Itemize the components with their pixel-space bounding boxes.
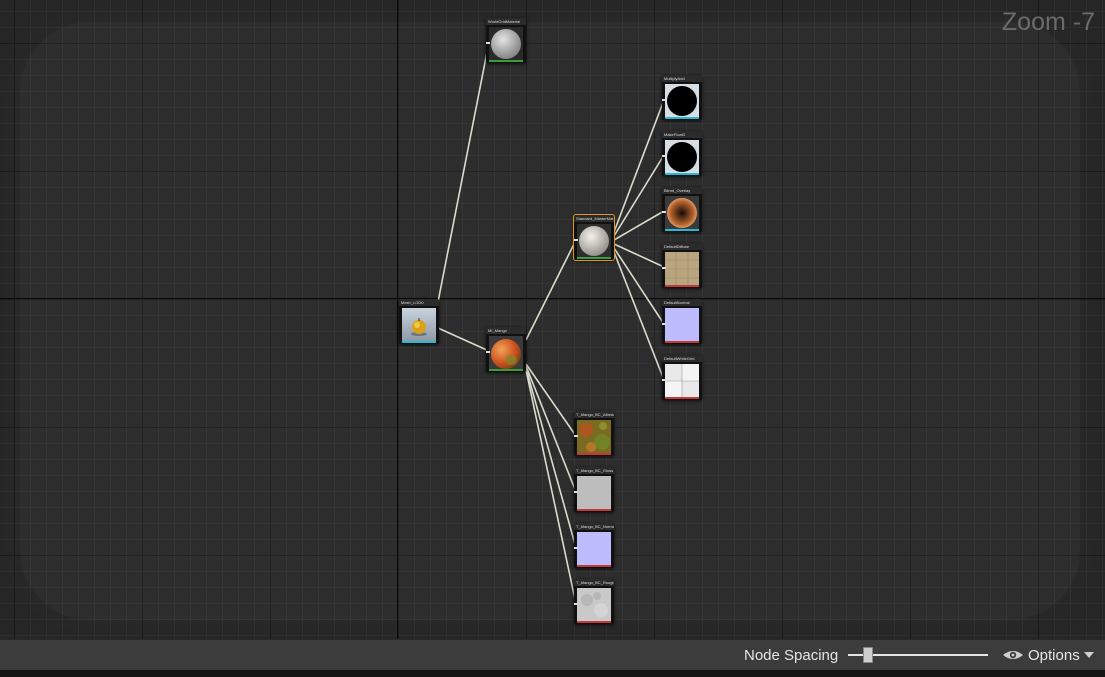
- node-type-bar: [577, 621, 611, 623]
- node-type-bar: [665, 173, 699, 175]
- connection-wires: [437, 41, 665, 605]
- wire: [525, 363, 577, 437]
- wire: [525, 239, 577, 341]
- node-type-bar: [665, 117, 699, 119]
- grey-sphere-thumbnail: [489, 27, 523, 61]
- wire: [437, 41, 490, 303]
- node-type-bar: [665, 397, 699, 399]
- node-spacing-slider-handle[interactable]: [862, 647, 873, 663]
- node-default-normal[interactable]: DefaultNormal: [662, 299, 702, 344]
- wire: [613, 243, 665, 268]
- node-title: DefaultWhiteGrid: [662, 355, 702, 362]
- apple-material-thumbnail: [489, 336, 523, 370]
- bottom-toolbar: Node Spacing Options: [0, 639, 1105, 671]
- node-title: MI_Mango: [486, 327, 526, 334]
- node-title: DefaultNormal: [662, 299, 702, 306]
- node-title: MultiplyAdd: [662, 75, 702, 82]
- node-texture-rough[interactable]: T_Mango_BC_Rough: [574, 579, 614, 624]
- apple-thumbnail: [402, 308, 436, 342]
- node-apple-material[interactable]: MI_Mango: [486, 327, 526, 372]
- wire: [525, 365, 577, 493]
- input-pin[interactable]: [574, 603, 578, 605]
- node-static-mesh[interactable]: Mesh_LOD0: [399, 299, 439, 344]
- white-grid-thumbnail: [665, 364, 699, 398]
- node-texture-normal[interactable]: T_Mango_BC_Normal: [574, 523, 614, 568]
- sand-texture-thumbnail: [665, 252, 699, 286]
- node-title: Standard_MasterMat: [574, 215, 614, 222]
- reference-graph-canvas[interactable]: Mesh_LOD0 WorldGridMaterial MI_Mango Sta…: [0, 0, 1105, 639]
- node-type-bar: [665, 229, 699, 231]
- node-world-grid-material[interactable]: WorldGridMaterial: [486, 18, 526, 63]
- node-type-bar: [665, 285, 699, 287]
- node-title: T_Mango_BC_Gloss: [574, 467, 614, 474]
- input-pin[interactable]: [486, 351, 490, 353]
- node-title: T_Mango_BC_Albedo: [574, 411, 614, 418]
- node-master-material[interactable]: Standard_MasterMat: [573, 214, 615, 261]
- node-type-bar: [577, 257, 611, 259]
- node-type-bar: [665, 341, 699, 343]
- node-type-bar: [577, 509, 611, 511]
- input-pin[interactable]: [574, 435, 578, 437]
- input-pin[interactable]: [574, 491, 578, 493]
- node-default-diffuse[interactable]: DefaultDiffuse: [662, 243, 702, 288]
- wire: [613, 251, 665, 381]
- lavender-texture-thumbnail: [577, 532, 611, 566]
- node-texture-albedo[interactable]: T_Mango_BC_Albedo: [574, 411, 614, 456]
- node-default-white-grid[interactable]: DefaultWhiteGrid: [662, 355, 702, 400]
- node-texture-gloss[interactable]: T_Mango_BC_Gloss: [574, 467, 614, 512]
- node-title: Blend_Overlay: [662, 187, 702, 194]
- node-type-bar: [577, 565, 611, 567]
- wire: [613, 247, 665, 325]
- input-pin[interactable]: [486, 42, 490, 44]
- node-title: T_Mango_BC_Normal: [574, 523, 614, 530]
- wire: [437, 327, 490, 352]
- input-pin[interactable]: [662, 99, 666, 101]
- options-button[interactable]: Options: [1002, 645, 1094, 665]
- node-blend-overlay[interactable]: Blend_Overlay: [662, 187, 702, 232]
- white-sphere-thumbnail: [577, 224, 611, 258]
- eye-icon: [1003, 651, 1023, 659]
- node-multiply-add[interactable]: MultiplyAdd: [662, 75, 702, 120]
- node-title: MakeFloat3: [662, 131, 702, 138]
- chevron-down-icon: [1083, 652, 1094, 658]
- node-type-bar: [489, 369, 523, 371]
- wire: [525, 369, 577, 605]
- node-type-bar: [489, 60, 523, 62]
- options-label: Options: [1028, 646, 1080, 664]
- input-pin[interactable]: [662, 267, 666, 269]
- node-spacing-label: Node Spacing: [744, 647, 839, 664]
- black-circle-thumbnail: [665, 140, 699, 174]
- lavender-texture-thumbnail: [665, 308, 699, 342]
- node-make-float[interactable]: MakeFloat3: [662, 131, 702, 176]
- black-circle-thumbnail: [665, 84, 699, 118]
- input-pin[interactable]: [574, 239, 578, 241]
- node-type-bar: [577, 453, 611, 455]
- orange-sphere-thumbnail: [665, 196, 699, 230]
- grey-texture-thumbnail: [577, 476, 611, 510]
- node-type-bar: [402, 341, 436, 343]
- window-bottom-edge: [0, 670, 1105, 677]
- wire: [613, 210, 665, 241]
- input-pin[interactable]: [662, 155, 666, 157]
- input-pin[interactable]: [662, 323, 666, 325]
- node-title: T_Mango_BC_Rough: [574, 579, 614, 586]
- rough-texture-thumbnail: [577, 588, 611, 622]
- leaf-texture-thumbnail: [577, 420, 611, 454]
- zoom-level-label: Zoom -7: [1001, 8, 1095, 36]
- node-title: DefaultDiffuse: [662, 243, 702, 250]
- wire: [525, 367, 577, 549]
- input-pin[interactable]: [574, 547, 578, 549]
- node-title: Mesh_LOD0: [399, 299, 439, 306]
- node-title: WorldGridMaterial: [486, 18, 526, 25]
- input-pin[interactable]: [662, 211, 666, 213]
- input-pin[interactable]: [662, 379, 666, 381]
